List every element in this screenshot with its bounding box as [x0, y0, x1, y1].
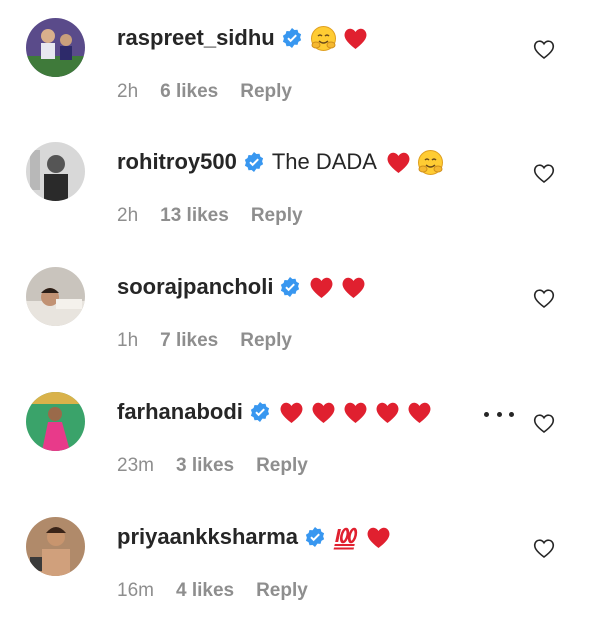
comment-meta: 1h 7 likes Reply [117, 329, 292, 353]
username[interactable]: farhanabodi [117, 399, 243, 425]
dot [509, 411, 514, 417]
comment-meta: 2h 6 likes Reply [117, 80, 292, 104]
likes-count[interactable]: 13 likes [160, 205, 229, 227]
timestamp[interactable]: 2h [117, 205, 138, 227]
dot [484, 411, 489, 417]
red-heart-emoji [365, 524, 392, 551]
avatar[interactable] [26, 517, 85, 576]
reply-button[interactable]: Reply [256, 580, 308, 602]
timestamp[interactable]: 2h [117, 81, 138, 103]
comment-text: The DADA [271, 149, 377, 174]
comment-meta: 16m 4 likes Reply [117, 579, 308, 603]
red-heart-emoji [278, 399, 305, 426]
reply-button[interactable]: Reply [251, 205, 303, 227]
more-options-ellipsis-icon[interactable] [484, 407, 514, 421]
red-heart-emoji [308, 274, 335, 301]
dot [496, 411, 502, 417]
like-heart-outline-icon[interactable] [532, 411, 556, 435]
comment-line: farhanabodi [117, 395, 433, 429]
username[interactable]: raspreet_sidhu [117, 25, 275, 51]
verified-badge-icon [280, 277, 300, 297]
like-heart-outline-icon[interactable] [532, 161, 556, 185]
emoji-group [385, 149, 444, 176]
avatar[interactable] [26, 267, 85, 326]
comment-meta: 23m 3 likes Reply [117, 454, 308, 478]
verified-badge-icon [282, 28, 302, 48]
comment-item: soorajpancholi 1h 7 likes Reply [0, 249, 600, 373]
comment-item: rohitroy500 The DADA 2h 13 likes Reply [0, 124, 600, 248]
avatar[interactable] [26, 142, 85, 201]
likes-count[interactable]: 6 likes [160, 81, 218, 103]
username[interactable]: priyaankksharma [117, 524, 298, 550]
like-heart-outline-icon[interactable] [532, 286, 556, 310]
username[interactable]: rohitroy500 [117, 149, 237, 175]
likes-count[interactable]: 7 likes [160, 330, 218, 352]
red-heart-emoji [310, 399, 337, 426]
reply-button[interactable]: Reply [256, 455, 308, 477]
hugging-face-emoji [310, 25, 337, 52]
timestamp[interactable]: 1h [117, 330, 138, 352]
comment-line: rohitroy500 The DADA [117, 145, 444, 179]
username[interactable]: soorajpancholi [117, 274, 273, 300]
reply-button[interactable]: Reply [240, 330, 292, 352]
comment-line: soorajpancholi [117, 270, 367, 304]
verified-badge-icon [250, 402, 270, 422]
verified-badge-icon [244, 152, 264, 172]
likes-count[interactable]: 4 likes [176, 580, 234, 602]
emoji-group [333, 524, 392, 551]
comment-item: raspreet_sidhu 2h 6 likes Reply [0, 0, 600, 124]
like-heart-outline-icon[interactable] [532, 536, 556, 560]
hugging-face-emoji [417, 149, 444, 176]
red-heart-emoji [342, 399, 369, 426]
emoji-group [278, 399, 433, 426]
red-heart-emoji [385, 149, 412, 176]
timestamp[interactable]: 23m [117, 455, 154, 477]
likes-count[interactable]: 3 likes [176, 455, 234, 477]
comment-item: priyaankksharma 16m 4 likes Reply [0, 499, 600, 623]
like-heart-outline-icon[interactable] [532, 37, 556, 61]
timestamp[interactable]: 16m [117, 580, 154, 602]
emoji-group [308, 274, 367, 301]
comment-line: priyaankksharma [117, 520, 392, 554]
red-heart-emoji [342, 25, 369, 52]
hundred-points-emoji [333, 524, 360, 551]
reply-button[interactable]: Reply [240, 81, 292, 103]
comment-item: farhanabodi 23m 3 likes Reply [0, 374, 600, 498]
avatar[interactable] [26, 18, 85, 77]
red-heart-emoji [340, 274, 367, 301]
red-heart-emoji [374, 399, 401, 426]
emoji-group [310, 25, 369, 52]
comment-line: raspreet_sidhu [117, 21, 369, 55]
avatar[interactable] [26, 392, 85, 451]
verified-badge-icon [305, 527, 325, 547]
comment-meta: 2h 13 likes Reply [117, 204, 303, 228]
red-heart-emoji [406, 399, 433, 426]
